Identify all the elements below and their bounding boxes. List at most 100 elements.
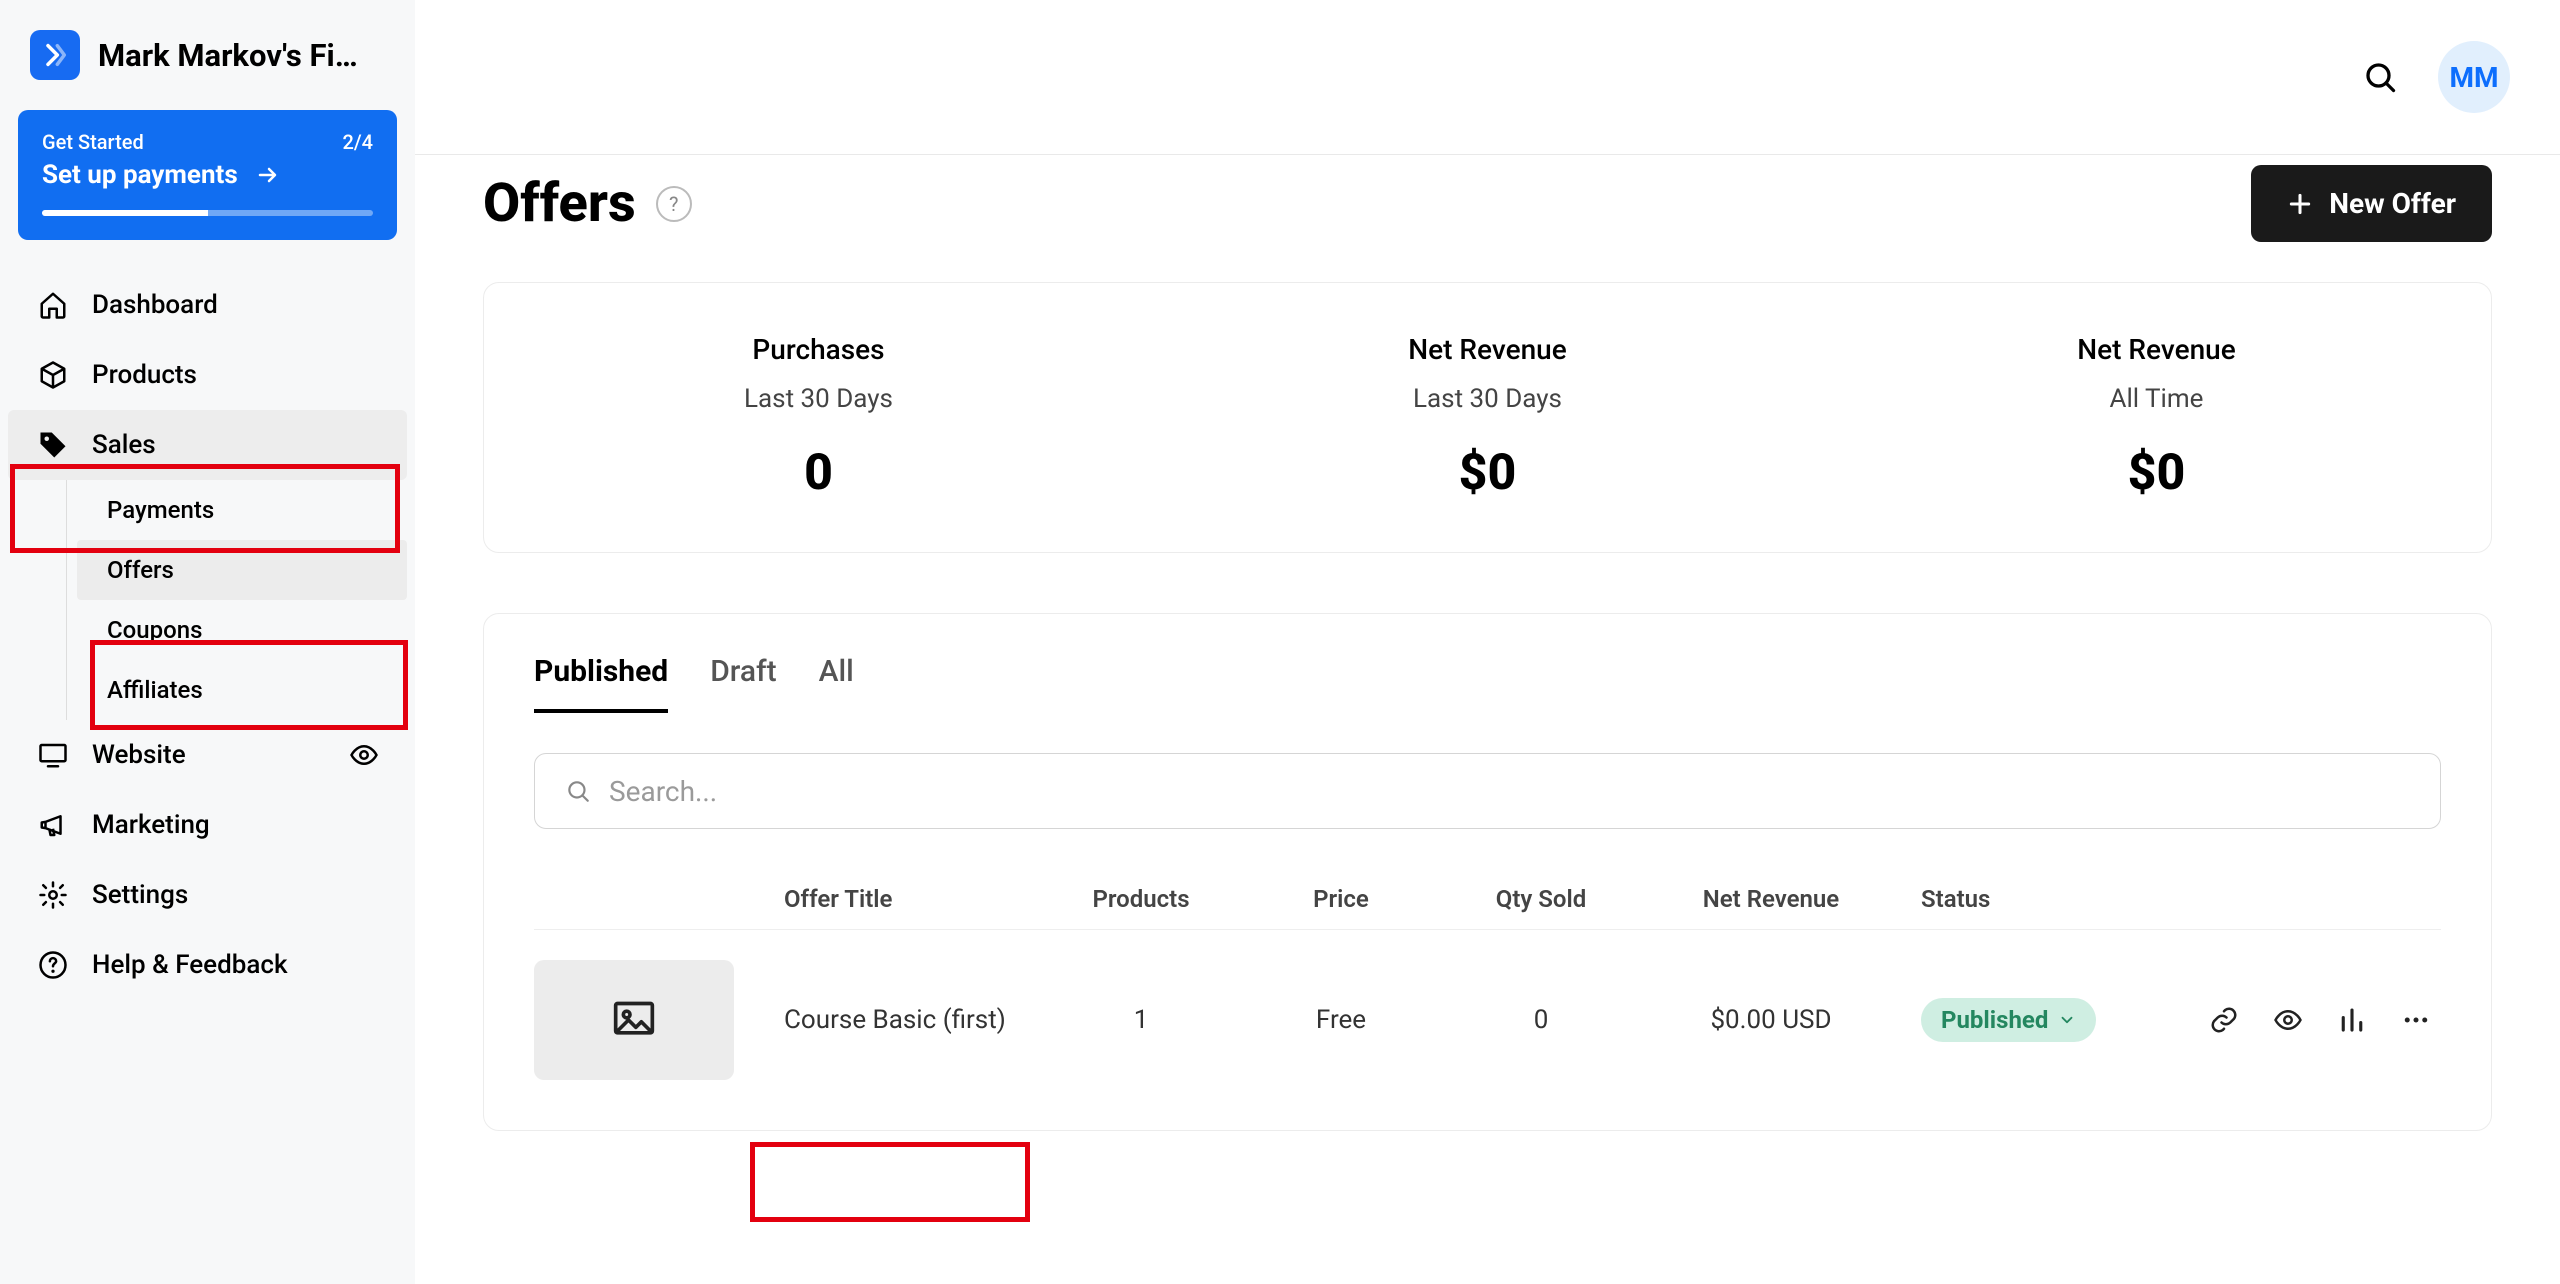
sidebar-item-website[interactable]: Website xyxy=(8,720,407,790)
status-pill[interactable]: Published xyxy=(1921,998,2096,1042)
row-actions xyxy=(2161,1005,2441,1035)
monitor-icon xyxy=(36,738,70,772)
tab-published[interactable]: Published xyxy=(534,654,668,713)
new-offer-label: New Offer xyxy=(2329,187,2456,220)
get-started-action: Set up payments xyxy=(42,160,238,190)
sidebar-item-dashboard[interactable]: Dashboard xyxy=(8,270,407,340)
stat-value: $0 xyxy=(1822,444,2491,502)
search-icon xyxy=(565,778,591,804)
stat-netrev-30: Net Revenue Last 30 Days $0 xyxy=(1153,333,1822,502)
get-started-label: Get Started xyxy=(42,130,144,154)
sidebar-sub-affiliates[interactable]: Affiliates xyxy=(77,660,407,720)
col-status[interactable]: Status xyxy=(1901,885,2161,913)
stat-label: Purchases xyxy=(484,333,1153,366)
sidebar-item-help[interactable]: Help & Feedback xyxy=(8,930,407,1000)
sidebar-item-settings[interactable]: Settings xyxy=(8,860,407,930)
offer-thumbnail xyxy=(534,960,734,1080)
stats-bars-icon[interactable] xyxy=(2337,1005,2367,1035)
sidebar-item-label: Settings xyxy=(92,880,188,910)
sidebar-sub-coupons[interactable]: Coupons xyxy=(77,600,407,660)
sidebar: Mark Markov's Fi… Get Started 2/4 Set up… xyxy=(0,0,415,1284)
stat-netrev-all: Net Revenue All Time $0 xyxy=(1822,333,2491,502)
get-started-progress-text: 2/4 xyxy=(342,130,373,154)
tab-label: All xyxy=(819,654,854,689)
avatar[interactable]: MM xyxy=(2438,41,2510,113)
avatar-initials: MM xyxy=(2449,61,2498,94)
stat-value: $0 xyxy=(1153,444,1822,502)
plus-icon xyxy=(2287,191,2313,217)
col-price[interactable]: Price xyxy=(1241,885,1441,913)
main-content: MM Offers ? New Offer Purchases Last 30 … xyxy=(415,0,2560,1284)
sales-subnav: Payments Offers Coupons Affiliates xyxy=(66,480,407,720)
stat-purchases: Purchases Last 30 Days 0 xyxy=(484,333,1153,502)
sidebar-sub-offers[interactable]: Offers xyxy=(77,540,407,600)
gear-icon xyxy=(36,878,70,912)
app-logo-icon xyxy=(30,30,80,80)
offer-tabs: Published Draft All xyxy=(534,654,2441,713)
new-offer-button[interactable]: New Offer xyxy=(2251,165,2492,242)
sidebar-item-sales[interactable]: Sales xyxy=(8,410,407,480)
workspace-switcher[interactable]: Mark Markov's Fi… xyxy=(0,0,415,110)
sidebar-sub-label: Payments xyxy=(107,496,214,524)
get-started-progressbar xyxy=(42,210,373,216)
arrow-right-icon xyxy=(253,163,283,187)
tab-label: Draft xyxy=(710,654,776,689)
col-qty[interactable]: Qty Sold xyxy=(1441,885,1641,913)
sidebar-item-label: Help & Feedback xyxy=(92,950,288,980)
stat-value: 0 xyxy=(484,444,1153,502)
search-bar[interactable] xyxy=(534,753,2441,829)
tab-label: Published xyxy=(534,654,668,689)
offers-panel: Published Draft All Offer Title Products… xyxy=(483,613,2492,1131)
col-products[interactable]: Products xyxy=(1041,885,1241,913)
search-icon[interactable] xyxy=(2362,59,2398,95)
sidebar-item-marketing[interactable]: Marketing xyxy=(8,790,407,860)
help-icon xyxy=(36,948,70,982)
col-title[interactable]: Offer Title xyxy=(784,885,1041,913)
preview-eye-icon[interactable] xyxy=(349,740,379,770)
preview-eye-icon[interactable] xyxy=(2273,1005,2303,1035)
offers-table: Offer Title Products Price Qty Sold Net … xyxy=(534,869,2441,1130)
sidebar-item-label: Dashboard xyxy=(92,290,218,320)
stat-sub: Last 30 Days xyxy=(484,384,1153,414)
sidebar-item-label: Products xyxy=(92,360,197,390)
more-menu-icon[interactable] xyxy=(2401,1005,2431,1035)
tag-icon xyxy=(36,428,70,462)
page-header: Offers ? New Offer xyxy=(415,155,2560,282)
get-started-card[interactable]: Get Started 2/4 Set up payments xyxy=(18,110,397,240)
stat-label: Net Revenue xyxy=(1822,333,2491,366)
sidebar-item-products[interactable]: Products xyxy=(8,340,407,410)
chevron-down-icon xyxy=(2058,1011,2076,1029)
image-placeholder-icon xyxy=(607,998,661,1042)
tab-all[interactable]: All xyxy=(819,654,854,713)
search-input[interactable] xyxy=(609,775,2410,808)
cell-title: Course Basic (first) xyxy=(784,1005,1041,1035)
stat-label: Net Revenue xyxy=(1153,333,1822,366)
stat-sub: Last 30 Days xyxy=(1153,384,1822,414)
table-header: Offer Title Products Price Qty Sold Net … xyxy=(534,869,2441,930)
megaphone-icon xyxy=(36,808,70,842)
page-title: Offers xyxy=(483,172,636,235)
stat-sub: All Time xyxy=(1822,384,2491,414)
workspace-name: Mark Markov's Fi… xyxy=(98,37,358,74)
cell-qty: 0 xyxy=(1441,1005,1641,1035)
stats-card: Purchases Last 30 Days 0 Net Revenue Las… xyxy=(483,282,2492,553)
sidebar-sub-label: Affiliates xyxy=(107,676,203,704)
col-revenue[interactable]: Net Revenue xyxy=(1641,885,1901,913)
get-started-progressfill xyxy=(42,210,208,216)
sidebar-sub-label: Coupons xyxy=(107,616,202,644)
cell-products: 1 xyxy=(1041,1005,1241,1035)
tab-draft[interactable]: Draft xyxy=(710,654,776,713)
status-label: Published xyxy=(1941,1006,2048,1034)
cell-revenue: $0.00 USD xyxy=(1641,1005,1901,1035)
topbar: MM xyxy=(415,0,2560,155)
page-help-icon[interactable]: ? xyxy=(656,186,692,222)
sidebar-item-label: Marketing xyxy=(92,810,210,840)
cell-status: Published xyxy=(1901,998,2161,1042)
primary-nav: Dashboard Products Sales Payments Offers… xyxy=(0,270,415,1000)
sidebar-item-label: Sales xyxy=(92,430,156,460)
link-icon[interactable] xyxy=(2209,1005,2239,1035)
sidebar-sub-label: Offers xyxy=(107,556,174,584)
sidebar-item-label: Website xyxy=(92,740,186,770)
table-row[interactable]: Course Basic (first) 1 Free 0 $0.00 USD … xyxy=(534,930,2441,1130)
sidebar-sub-payments[interactable]: Payments xyxy=(77,480,407,540)
